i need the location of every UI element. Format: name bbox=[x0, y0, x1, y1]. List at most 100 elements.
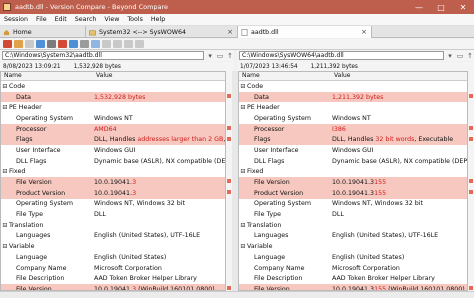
row-name: File Description bbox=[1, 275, 93, 282]
all-filter-icon[interactable] bbox=[3, 40, 12, 48]
tree-collapse-icon[interactable]: ⊟ bbox=[1, 104, 9, 111]
up-icon[interactable]: ↑ bbox=[466, 52, 474, 60]
maximize-button[interactable]: □ bbox=[430, 0, 452, 14]
table-row[interactable]: Flags DLL, Handles addresses larger than … bbox=[1, 134, 225, 146]
tab-folder-compare[interactable]: System32 <--> SysWOW64 × bbox=[86, 26, 238, 38]
tree-group-row[interactable]: ⊟Variable bbox=[1, 241, 225, 252]
table-row[interactable]: Processor I386 bbox=[239, 123, 467, 135]
table-row[interactable]: File Description AAD Token Broker Helper … bbox=[1, 273, 225, 284]
table-row[interactable]: User Interface Windows GUI bbox=[239, 145, 467, 156]
table-row[interactable]: Language English (United States) bbox=[239, 252, 467, 263]
table-row[interactable]: Product Version 10.0.19041.3 bbox=[1, 187, 225, 199]
menu-view[interactable]: View bbox=[100, 16, 123, 23]
table-row[interactable]: Flags DLL, Handles 32 bit words, Executab… bbox=[239, 134, 467, 146]
tree-collapse-icon[interactable]: ⊟ bbox=[239, 168, 247, 175]
minimize-button[interactable]: — bbox=[408, 0, 430, 14]
row-name-text: Language bbox=[254, 253, 286, 261]
tab-file-compare[interactable]: aadtb.dll × bbox=[238, 26, 372, 38]
reload-icon[interactable] bbox=[91, 40, 100, 48]
row-name-text: Translation bbox=[9, 221, 44, 229]
table-row[interactable]: Company Name Microsoft Corporation bbox=[239, 263, 467, 274]
table-row[interactable]: File Description AAD Token Broker Helper … bbox=[239, 273, 467, 284]
next-diff-icon[interactable] bbox=[113, 40, 122, 48]
tree-collapse-icon[interactable]: ⊟ bbox=[239, 243, 247, 250]
tree-collapse-icon[interactable]: ⊟ bbox=[1, 83, 9, 90]
table-row[interactable]: Operating System Windows NT, Windows 32 b… bbox=[239, 199, 467, 210]
value-column-header[interactable]: Value bbox=[93, 72, 112, 80]
table-row[interactable]: Language English (United States) bbox=[1, 252, 225, 263]
prev-diff-icon[interactable] bbox=[102, 40, 111, 48]
table-row[interactable]: Operating System Windows NT, Windows 32 b… bbox=[1, 199, 225, 210]
same-filter-icon[interactable] bbox=[25, 40, 34, 48]
left-path-input[interactable]: C:\Windows\System32\aadtb.dll bbox=[2, 51, 205, 60]
table-row[interactable]: File Version 10.0.19041.3 bbox=[1, 177, 225, 188]
table-row[interactable]: Languages English (United States), UTF-16… bbox=[1, 231, 225, 242]
tree-collapse-icon[interactable]: ⊟ bbox=[239, 222, 247, 229]
tree-group-row[interactable]: ⊟PE Header bbox=[239, 102, 467, 114]
table-row[interactable]: User Interface Windows GUI bbox=[1, 145, 225, 156]
tree-collapse-icon[interactable]: ⊟ bbox=[239, 104, 247, 111]
diff-marker bbox=[227, 190, 231, 194]
close-button[interactable]: ✕ bbox=[452, 0, 474, 14]
close-icon[interactable]: × bbox=[361, 26, 367, 38]
menu-tools[interactable]: Tools bbox=[123, 16, 147, 23]
table-row[interactable]: DLL Flags Dynamic base (ASLR), NX compati… bbox=[1, 156, 225, 167]
tree-collapse-icon[interactable]: ⊟ bbox=[239, 83, 247, 90]
expand-icon[interactable] bbox=[124, 40, 133, 48]
tree-group-row[interactable]: ⊟Fixed bbox=[1, 166, 225, 178]
dropdown-icon[interactable]: ▾ bbox=[206, 52, 214, 60]
menu-help[interactable]: Help bbox=[147, 16, 169, 23]
menu-search[interactable]: Search bbox=[71, 16, 101, 23]
up-icon[interactable]: ↑ bbox=[226, 52, 234, 60]
format-icon[interactable] bbox=[47, 40, 56, 48]
row-name: File Version bbox=[1, 179, 93, 186]
table-row[interactable]: File Version 10.0.19041.3 (WinBuild.16010… bbox=[1, 284, 225, 290]
table-row[interactable]: DLL Flags Dynamic base (ASLR), NX compati… bbox=[239, 156, 467, 167]
table-row[interactable]: File Type DLL bbox=[1, 209, 225, 220]
table-row[interactable]: Operating System Windows NT bbox=[239, 113, 467, 124]
menu-edit[interactable]: Edit bbox=[51, 16, 71, 23]
right-pane[interactable]: Name Value ⊟Code Data 1,211,392 bytes ⊟PE H… bbox=[238, 71, 468, 291]
tree-group-row[interactable]: ⊟Fixed bbox=[239, 166, 467, 178]
menu-session[interactable]: Session bbox=[0, 16, 32, 23]
collapse-icon[interactable] bbox=[135, 40, 144, 48]
tree-group-row[interactable]: ⊟Translation bbox=[1, 219, 225, 231]
tree-collapse-icon[interactable]: ⊟ bbox=[1, 222, 9, 229]
tab-home[interactable]: Home bbox=[0, 26, 86, 38]
tree-group-row[interactable]: ⊟PE Header bbox=[1, 102, 225, 114]
menu-file[interactable]: File bbox=[32, 16, 51, 23]
table-row[interactable]: File Type DLL bbox=[239, 209, 467, 220]
table-row[interactable]: Data 1,211,392 bytes bbox=[239, 91, 467, 103]
right-path-input[interactable]: C:\Windows\SysWOW64\aadtb.dll bbox=[239, 51, 444, 60]
dropdown-icon[interactable]: ▾ bbox=[446, 52, 454, 60]
tree-collapse-icon[interactable]: ⊟ bbox=[1, 243, 9, 250]
rules-icon[interactable] bbox=[36, 40, 45, 48]
window-controls: — □ ✕ bbox=[408, 0, 474, 14]
close-icon[interactable]: × bbox=[227, 26, 233, 38]
browse-folder-icon[interactable]: ▭ bbox=[216, 52, 224, 60]
tree-group-row[interactable]: ⊟Code bbox=[239, 81, 467, 92]
diff-marker bbox=[227, 93, 231, 98]
table-row[interactable]: File Version 10.0.19041.3155 bbox=[239, 177, 467, 188]
swap-icon[interactable] bbox=[80, 40, 89, 48]
table-row[interactable]: Product Version 10.0.19041.3155 bbox=[239, 187, 467, 199]
name-column-header[interactable]: Name bbox=[1, 72, 93, 80]
copy-left-icon[interactable] bbox=[58, 40, 67, 48]
diffs-filter-icon[interactable] bbox=[14, 40, 23, 48]
table-row[interactable]: Data 1,532,928 bytes bbox=[1, 91, 225, 103]
left-pane[interactable]: Name Value ⊟Code Data 1,532,928 bytes ⊟PE H… bbox=[0, 71, 226, 291]
table-row[interactable]: Operating System Windows NT bbox=[1, 113, 225, 124]
value-column-header[interactable]: Value bbox=[331, 72, 350, 80]
tree-group-row[interactable]: ⊟Variable bbox=[239, 241, 467, 252]
tree-group-row[interactable]: ⊟Translation bbox=[239, 219, 467, 231]
tree-collapse-icon[interactable]: ⊟ bbox=[1, 168, 9, 175]
table-row[interactable]: File Version 10.0.19041.3155 (WinBuild.16… bbox=[239, 284, 467, 290]
table-row[interactable]: Languages English (United States), UTF-16… bbox=[239, 231, 467, 242]
copy-right-icon[interactable] bbox=[69, 40, 78, 48]
table-row[interactable]: Processor AMD64 bbox=[1, 123, 225, 135]
tree-group-row[interactable]: ⊟Code bbox=[1, 81, 225, 92]
value-text: 10.0.19041. bbox=[94, 179, 133, 187]
name-column-header[interactable]: Name bbox=[239, 72, 331, 80]
browse-folder-icon[interactable]: ▭ bbox=[456, 52, 464, 60]
table-row[interactable]: Company Name Microsoft Corporation bbox=[1, 263, 225, 274]
